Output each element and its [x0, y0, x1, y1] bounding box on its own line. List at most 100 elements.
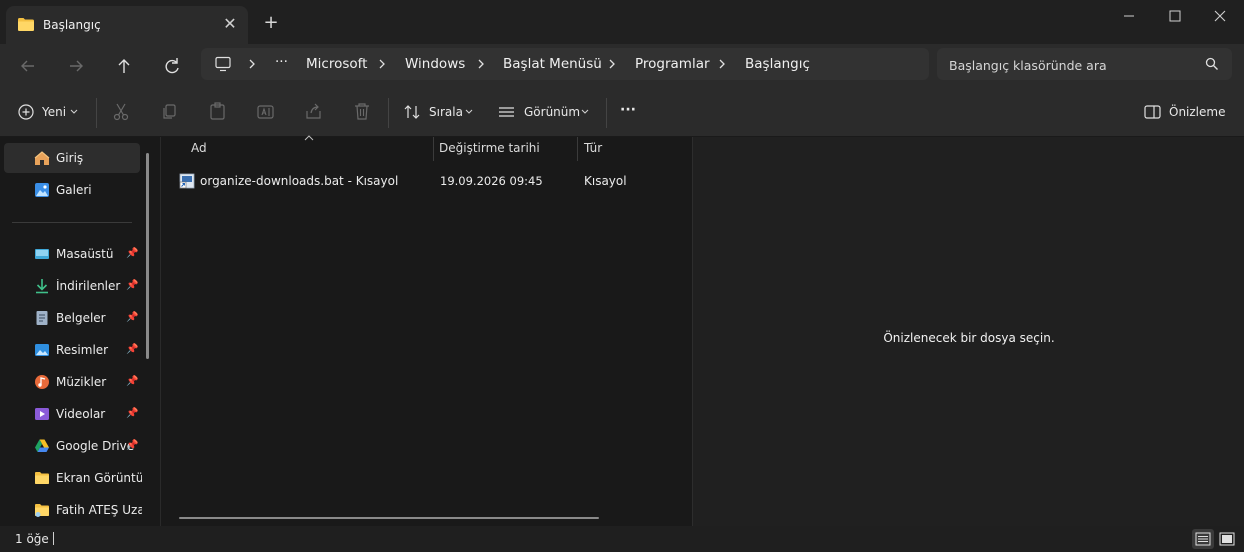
pin-icon[interactable]: 📌: [126, 344, 138, 355]
new-tab-button[interactable]: +: [260, 13, 282, 35]
delete-button[interactable]: [352, 100, 374, 124]
chevron-down-icon: [465, 109, 473, 114]
large-icons-view-button[interactable]: [1216, 529, 1238, 549]
plus-circle-icon: [18, 104, 34, 120]
rename-button[interactable]: [256, 100, 278, 124]
column-divider[interactable]: [433, 137, 434, 161]
sidebar-item-masaustu[interactable]: Masaüstü 📌: [4, 239, 140, 269]
pin-icon[interactable]: 📌: [126, 312, 138, 323]
sidebar-item-muzikler[interactable]: Müzikler 📌: [4, 367, 140, 397]
pictures-icon: [34, 342, 50, 358]
file-type: Kısayol: [584, 174, 627, 188]
toolbar-divider: [96, 98, 97, 128]
breadcrumb-baslat-menusu[interactable]: Başlat Menüsü: [503, 56, 602, 72]
view-list-icon: [499, 107, 514, 117]
toolbar-divider: [606, 98, 607, 128]
sort-icon: [404, 105, 420, 119]
table-row[interactable]: organize-downloads.bat - Kısayol 19.09.2…: [173, 171, 673, 193]
breadcrumb-baslangic[interactable]: Başlangıç: [745, 56, 810, 72]
forward-button[interactable]: [60, 52, 92, 80]
column-header-modified[interactable]: Değiştirme tarihi: [439, 141, 569, 163]
file-name: organize-downloads.bat - Kısayol: [200, 174, 399, 188]
arrow-right-icon: [70, 60, 83, 72]
pin-icon[interactable]: 📌: [126, 408, 138, 419]
column-header-type[interactable]: Tür: [584, 141, 684, 163]
column-header-label: Ad: [191, 141, 207, 155]
chevron-right-icon: [717, 57, 727, 74]
file-explorer-window: Başlangıç ✕ + ··· Microsoft Windows Başl…: [0, 0, 1244, 552]
minimize-button[interactable]: [1106, 4, 1152, 28]
cut-button[interactable]: [112, 100, 134, 124]
share-icon: [306, 103, 321, 119]
view-button-label: Görünüm: [524, 105, 581, 119]
sidebar-item-google-drive[interactable]: Google Drive 📌: [4, 431, 140, 461]
chevron-right-icon: [607, 57, 617, 74]
download-icon: [34, 278, 50, 294]
horizontal-scrollbar[interactable]: [179, 517, 599, 519]
tab-baslangic[interactable]: Başlangıç ✕: [6, 6, 248, 44]
computer-icon: [215, 56, 231, 75]
clipboard-icon: [210, 102, 225, 120]
sidebar-item-giris[interactable]: Giriş: [4, 143, 140, 173]
title-bar: Başlangıç ✕ +: [0, 0, 1244, 44]
view-button[interactable]: Görünüm: [498, 100, 592, 124]
sidebar-scrollbar[interactable]: [146, 153, 149, 359]
tab-close-icon[interactable]: ✕: [220, 14, 240, 34]
videos-icon: [34, 406, 50, 422]
large-icons-view-icon: [1219, 532, 1235, 546]
pin-icon[interactable]: 📌: [126, 376, 138, 387]
address-bar[interactable]: ··· Microsoft Windows Başlat Menüsü Prog…: [201, 48, 929, 80]
search-icon[interactable]: [1205, 57, 1219, 74]
maximize-button[interactable]: [1152, 4, 1198, 28]
breadcrumb-programlar[interactable]: Programlar: [635, 56, 710, 72]
paste-button[interactable]: [208, 100, 230, 124]
sidebar-item-resimler[interactable]: Resimler 📌: [4, 335, 140, 365]
search-input[interactable]: [947, 54, 1201, 76]
sidebar-item-fatih-ates-uzak[interactable]: Fatih ATEŞ Uzak: [4, 495, 142, 525]
up-button[interactable]: [108, 52, 140, 80]
folder-icon: [17, 17, 35, 35]
pin-icon[interactable]: 📌: [126, 440, 138, 451]
status-divider: [53, 532, 54, 545]
command-bar: Yeni Sırala Görünüm ··· Önizleme: [0, 88, 1244, 137]
sidebar-item-label: Giriş: [56, 151, 84, 165]
sidebar-item-belgeler[interactable]: Belgeler 📌: [4, 303, 140, 333]
sidebar-item-ekran-goruntuleri[interactable]: Ekran Görüntüleri: [4, 463, 142, 493]
refresh-button[interactable]: [156, 52, 188, 80]
share-button[interactable]: [304, 100, 326, 124]
breadcrumb-microsoft[interactable]: Microsoft: [306, 56, 367, 72]
sort-button[interactable]: Sırala: [404, 100, 476, 124]
arrow-up-icon: [118, 59, 130, 73]
breadcrumb-windows[interactable]: Windows: [405, 56, 465, 72]
tab-title: Başlangıç: [43, 18, 101, 32]
folder-icon: [34, 470, 50, 486]
sidebar-item-galeri[interactable]: Galeri: [4, 175, 140, 205]
pin-icon[interactable]: 📌: [126, 280, 138, 291]
refresh-icon: [165, 58, 179, 74]
column-header-label: Değiştirme tarihi: [439, 141, 540, 155]
desktop-icon: [34, 246, 50, 262]
address-overflow[interactable]: ···: [275, 54, 288, 70]
chevron-right-icon: [377, 57, 387, 74]
toolbar-divider: [388, 98, 389, 128]
file-modified: 19.09.2026 09:45: [440, 174, 543, 188]
preview-pane-button[interactable]: Önizleme: [1144, 100, 1230, 124]
sidebar-item-videolar[interactable]: Videolar 📌: [4, 399, 140, 429]
copy-button[interactable]: [160, 100, 182, 124]
rename-icon: [257, 105, 274, 119]
new-button[interactable]: Yeni: [18, 100, 84, 124]
chevron-down-icon: [70, 109, 78, 114]
column-divider[interactable]: [577, 137, 578, 161]
sidebar-item-label: Ekran Görüntüleri: [56, 471, 142, 485]
navigation-pane: Giriş Galeri Masaüstü 📌 İndirilenler 📌 B…: [0, 137, 160, 526]
details-view-button[interactable]: [1192, 529, 1214, 549]
close-window-button[interactable]: [1198, 4, 1244, 28]
pin-icon[interactable]: 📌: [126, 248, 138, 259]
more-options-button[interactable]: ···: [620, 100, 642, 124]
column-header-name[interactable]: Ad: [191, 141, 431, 163]
music-icon: [34, 374, 50, 390]
back-button[interactable]: [12, 52, 44, 80]
sidebar-item-indirilenler[interactable]: İndirilenler 📌: [4, 271, 140, 301]
search-box[interactable]: [937, 48, 1232, 80]
scissors-icon: [113, 103, 129, 121]
